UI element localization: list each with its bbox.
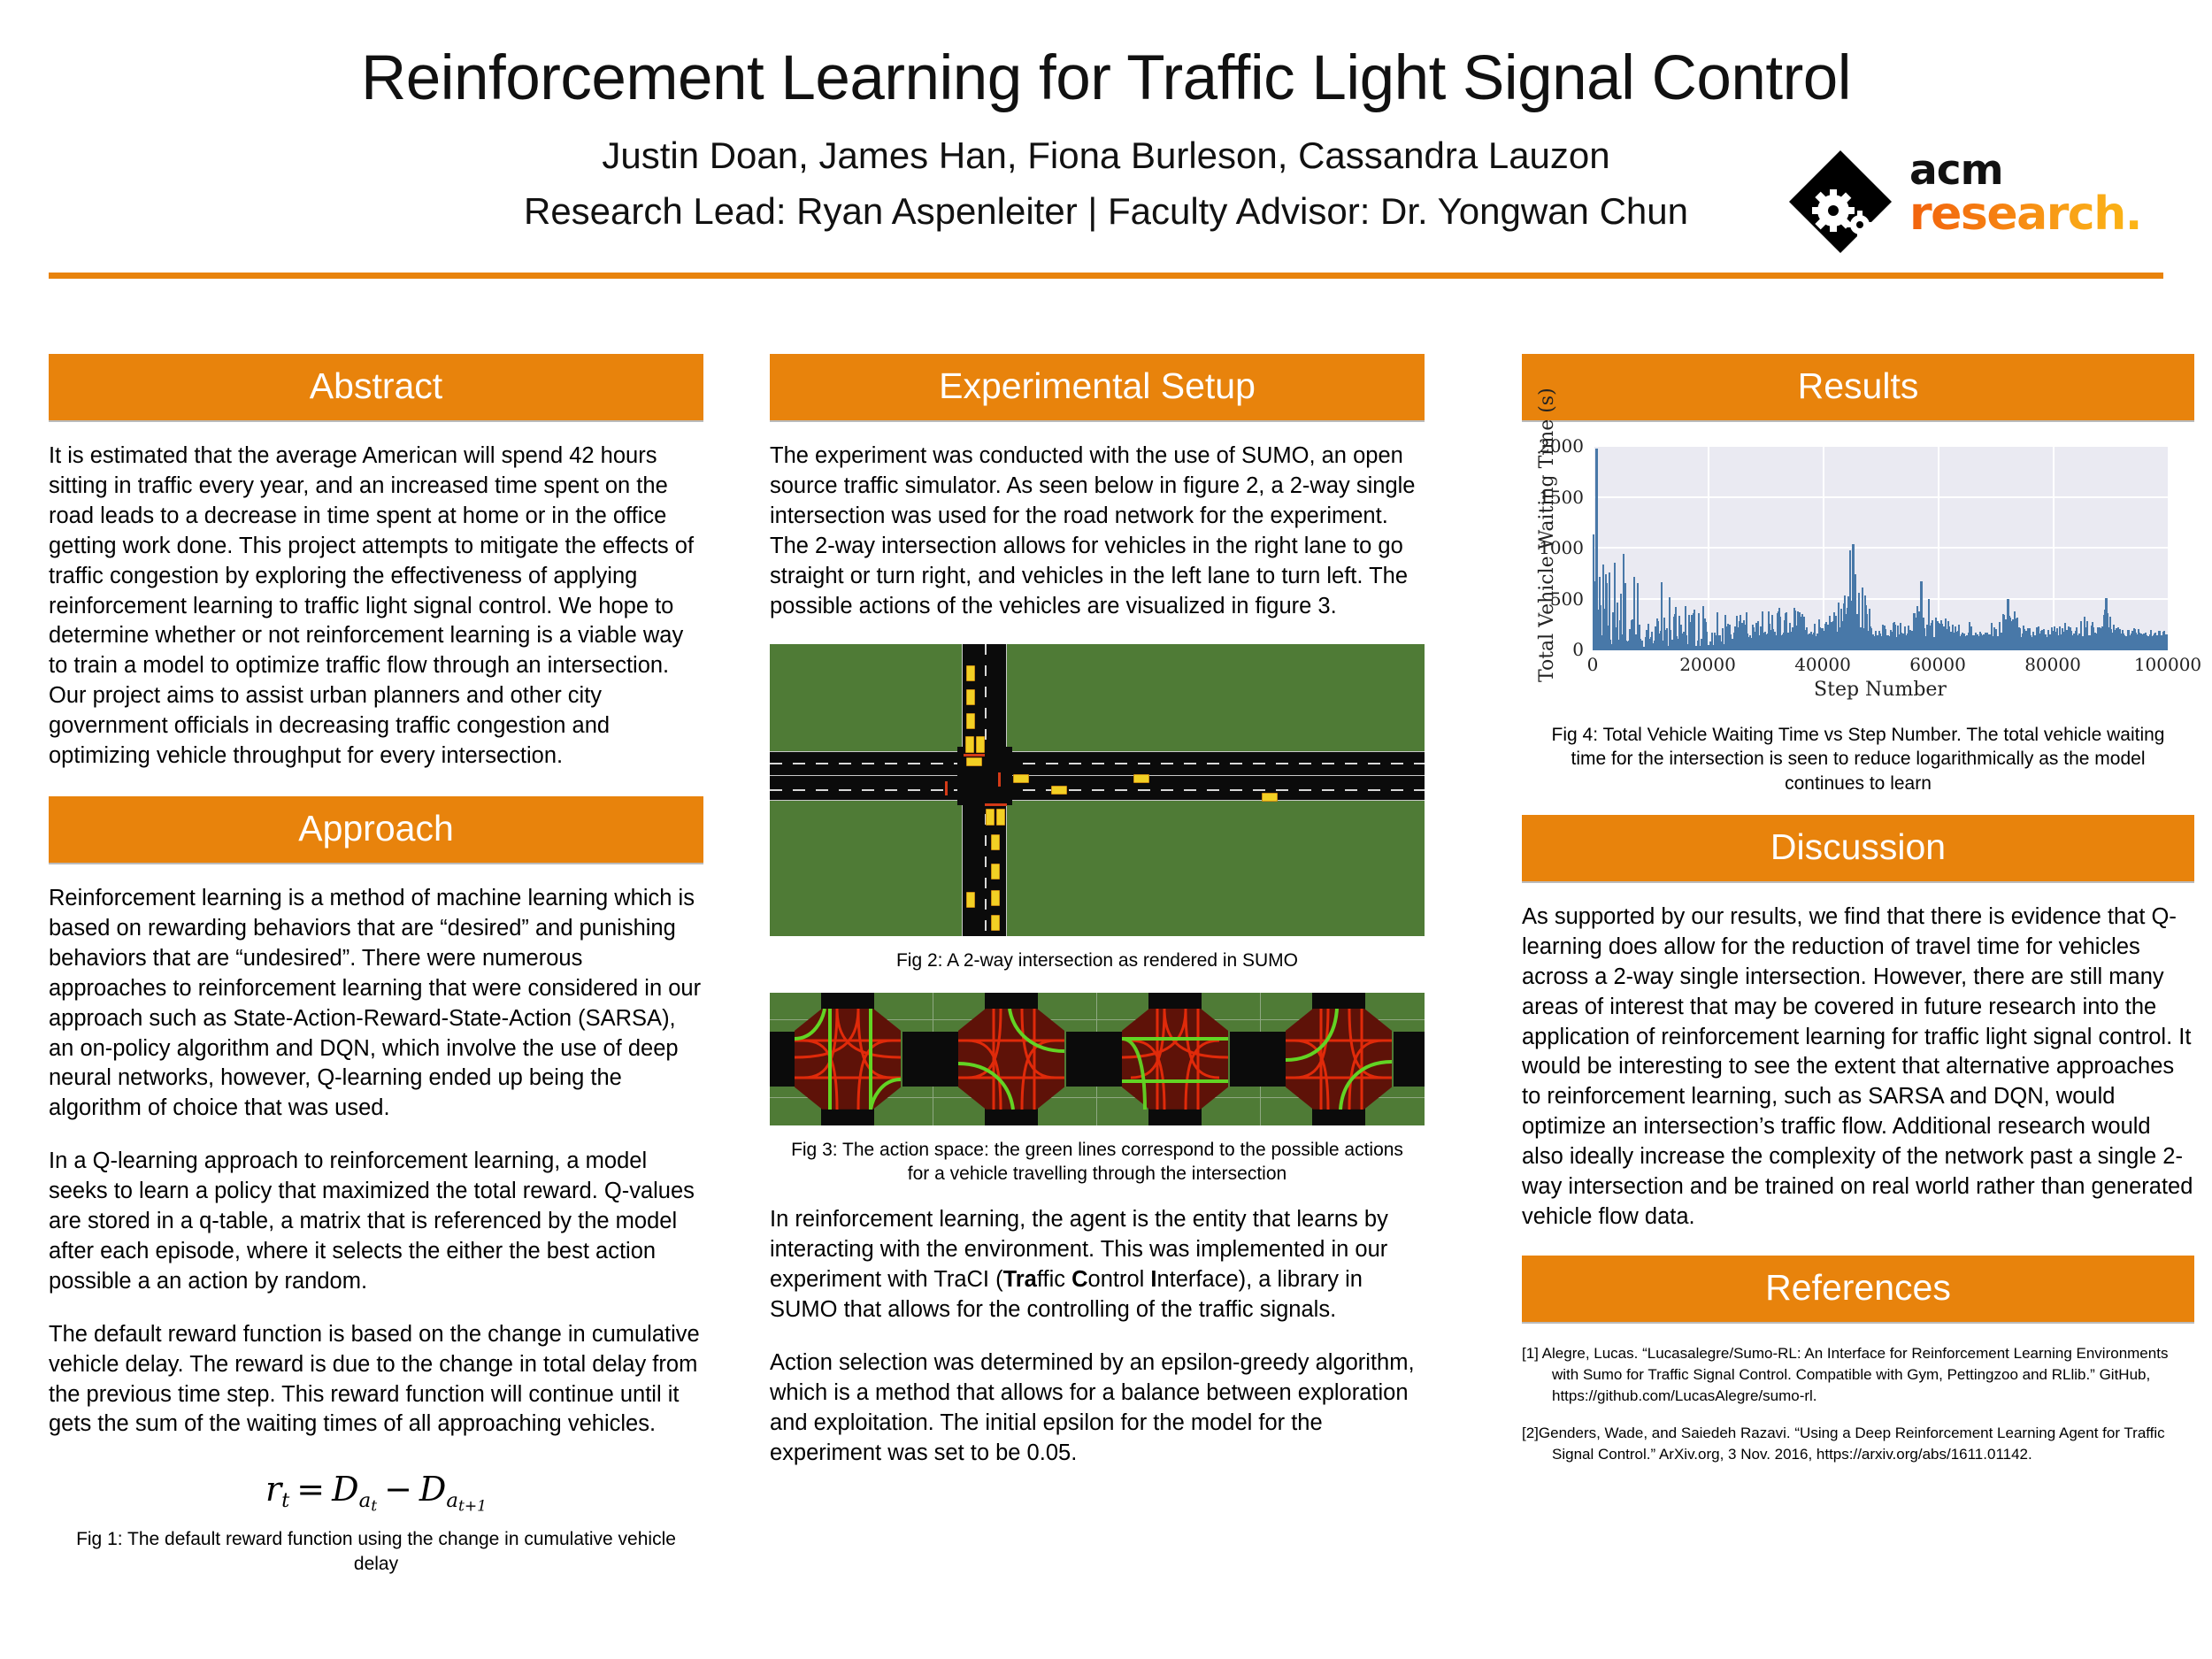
chart-y-tick-label: 1500 — [1539, 486, 1584, 508]
chart-data-spike — [2167, 635, 2168, 650]
chart-peak-spike — [2105, 597, 2108, 650]
chart-x-tick-label: 40000 — [1794, 654, 1851, 675]
chart-x-tick-label: 60000 — [1909, 654, 1966, 675]
header-divider — [49, 273, 2163, 279]
acm-wordmark: acm — [1909, 146, 2004, 195]
chart-peak-spike — [1852, 543, 1855, 650]
references-list: [1] Alegre, Lucas. “Lucasalegre/Sumo-RL:… — [1522, 1343, 2194, 1466]
discussion-body: As supported by our results, we find tha… — [1522, 903, 2193, 1229]
reference-item: [1] Alegre, Lucas. “Lucasalegre/Sumo-RL:… — [1522, 1344, 2169, 1405]
approach-paragraph-2: In a Q-learning approach to reinforcemen… — [49, 1148, 695, 1294]
chart-gridline-vertical — [1938, 447, 1939, 650]
figure-4-chart: Total Vehicle Waiting Time (s) 0 500 1000 1… — [1522, 388, 2201, 707]
reward-function-formula: rt = Dat − Dat+1 — [265, 1470, 488, 1516]
reference-item: [2]Genders, Wade, and Saiedeh Razavi. “U… — [1522, 1425, 2165, 1463]
tracl-bold-c: C — [1071, 1267, 1088, 1293]
chart-data-spike — [1698, 613, 1700, 650]
chart-peak-spike — [1595, 448, 1598, 650]
action-space-routes-2 — [958, 1008, 1064, 1110]
tracl-text-ffic: ffic — [1036, 1267, 1072, 1293]
section-header-references: References — [1522, 1255, 2194, 1324]
experimental-setup-paragraph-1: The experiment was conducted with the us… — [770, 443, 1416, 618]
chart-x-tick-label: 100000 — [2133, 654, 2202, 675]
acm-diamond-gear-icon — [1789, 150, 1892, 253]
poster-root: Reinforcement Learning for Traffic Light… — [0, 0, 2212, 1659]
approach-paragraph-3: The default reward function is based on … — [49, 1321, 700, 1437]
approach-paragraph-1: Reinforcement learning is a method of ma… — [49, 885, 702, 1121]
acm-logo-text: acm research. — [1909, 146, 2142, 242]
column-right: Results Total Vehicle Waiting Time (s) 0… — [1522, 354, 2201, 1481]
acm-research-logo: acm research. — [1787, 149, 2168, 259]
experimental-setup-paragraph-3: Action selection was determined by an ep… — [770, 1349, 1415, 1465]
figure-2-caption: Fig 2: A 2-way intersection as rendered … — [895, 950, 1299, 972]
chart-gridline-vertical — [1708, 447, 1709, 650]
chart-gridline-horizontal — [1593, 597, 2168, 600]
chart-peak-spike — [1920, 581, 1923, 650]
figure-4-caption: Fig 4: Total Vehicle Waiting Time vs Ste… — [1551, 725, 2165, 794]
chart-x-axis-label: Step Number — [1814, 679, 1947, 701]
action-space-routes-4 — [1286, 1008, 1392, 1110]
chart-x-tick-label: 0 — [1586, 654, 1599, 675]
section-header-discussion: Discussion — [1522, 814, 2194, 883]
chart-peak-spike — [2007, 598, 2009, 650]
chart-x-tick-label: 20000 — [1679, 654, 1736, 675]
tracl-bold-tra: Tra — [1002, 1267, 1037, 1293]
chart-y-tick-label: 2000 — [1539, 435, 1584, 457]
chart-y-tick-label: 500 — [1549, 588, 1584, 610]
figure-2-sumo-intersection — [770, 644, 1425, 937]
chart-y-tick-label: 1000 — [1539, 537, 1584, 558]
chart-plot-area — [1593, 447, 2168, 650]
research-wordmark: research. — [1909, 188, 2142, 242]
figure-3-action-space — [770, 992, 1425, 1125]
action-space-routes-3 — [1122, 1008, 1228, 1110]
tracl-text-ontrol: ontrol — [1087, 1267, 1151, 1293]
column-middle: Experimental Setup The experiment was co… — [770, 354, 1425, 1469]
figure-1-caption: Fig 1: The default reward function using… — [76, 1529, 676, 1574]
action-space-routes-1 — [795, 1008, 901, 1110]
section-header-abstract: Abstract — [49, 354, 703, 422]
column-left: Abstract It is estimated that the averag… — [49, 354, 703, 1595]
chart-gridline-vertical — [2053, 447, 2055, 650]
chart-gridline-horizontal — [1593, 547, 2168, 549]
section-header-experimental-setup: Experimental Setup — [770, 354, 1425, 422]
chart-gridline-horizontal — [1593, 495, 2168, 498]
figure-3-caption: Fig 3: The action space: the green lines… — [791, 1139, 1403, 1185]
abstract-body: It is estimated that the average America… — [49, 443, 695, 769]
chart-gridline-vertical — [1823, 447, 1824, 650]
chart-data-spike — [1609, 572, 1610, 650]
chart-data-spike — [1694, 609, 1695, 650]
section-header-results: Results — [1522, 354, 2194, 422]
section-header-approach: Approach — [49, 795, 703, 864]
experimental-setup-paragraph-2: In reinforcement learning, the agent is … — [770, 1205, 1425, 1325]
page-title: Reinforcement Learning for Traffic Light… — [361, 43, 1852, 113]
poster-header: Reinforcement Learning for Traffic Light… — [0, 0, 2212, 283]
chart-x-tick-label: 80000 — [2024, 654, 2081, 675]
